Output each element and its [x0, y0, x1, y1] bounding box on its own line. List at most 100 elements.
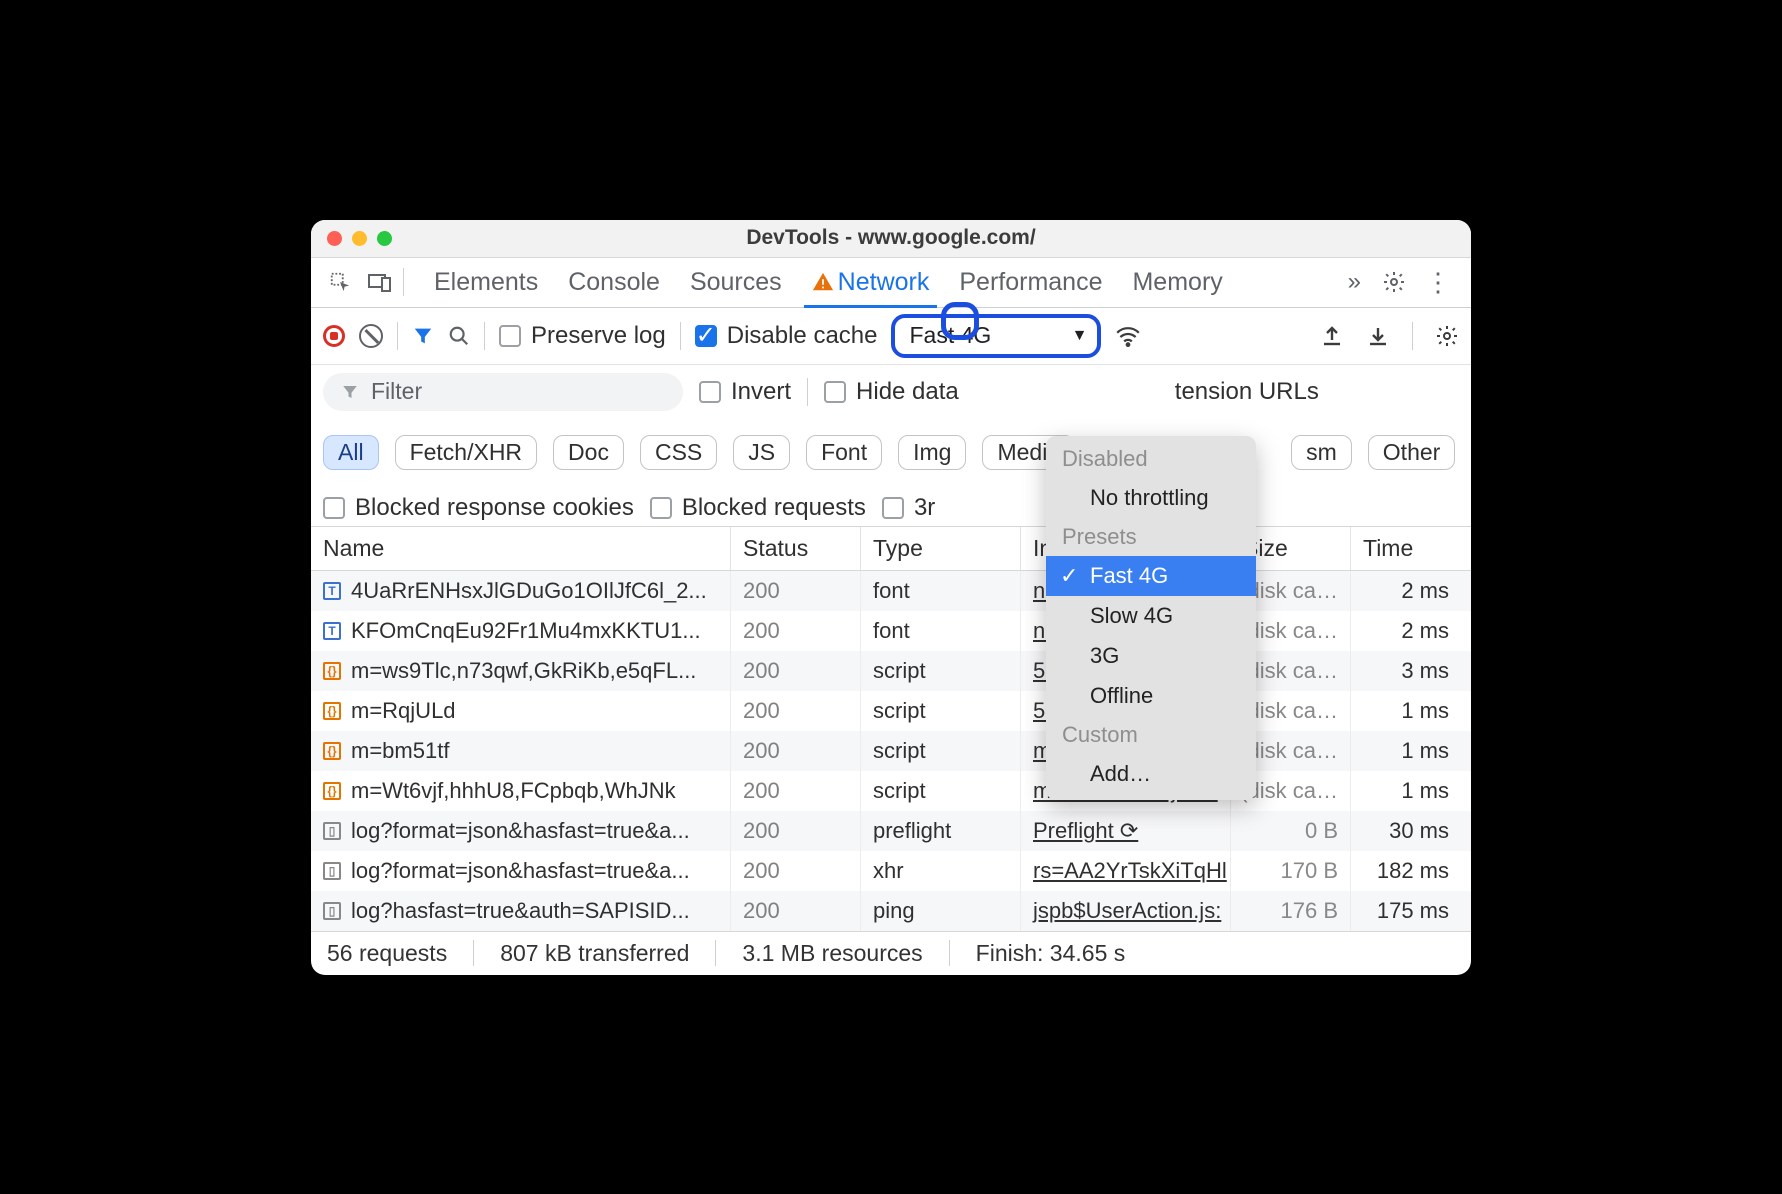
col-time[interactable]: Time — [1351, 527, 1461, 570]
tab-memory[interactable]: Memory — [1132, 257, 1222, 307]
minimize-window-button[interactable] — [352, 231, 367, 246]
blocked-cookies-checkbox[interactable] — [323, 497, 345, 519]
hide-data-checkbox[interactable] — [824, 381, 846, 403]
blocked-cookies-option[interactable]: Blocked response cookies — [323, 494, 634, 522]
cell-time: 2 ms — [1351, 611, 1461, 651]
hide-data-urls-option[interactable]: Hide data — [824, 378, 959, 406]
file-type-icon: T — [323, 582, 341, 600]
cell-name: {}m=Wt6vjf,hhhU8,FCpbqb,WhJNk — [311, 771, 731, 811]
invert-checkbox[interactable] — [699, 381, 721, 403]
col-type[interactable]: Type — [861, 527, 1021, 570]
cell-type: script — [861, 731, 1021, 771]
zoom-window-button[interactable] — [377, 231, 392, 246]
table-row[interactable]: {}m=ws9Tlc,n73qwf,GkRiKb,e5qFL...200scri… — [311, 651, 1471, 691]
record-button[interactable] — [323, 325, 345, 347]
settings-icon[interactable] — [1377, 265, 1411, 299]
type-pill-other[interactable]: Other — [1368, 435, 1456, 470]
cell-status: 200 — [731, 731, 861, 771]
type-pill-wasm-partial[interactable]: sm — [1291, 435, 1352, 470]
table-row[interactable]: {}m=bm51tf200scriptmoduleloader.js:58(di… — [311, 731, 1471, 771]
tab-performance[interactable]: Performance — [959, 257, 1102, 307]
more-menu-icon[interactable]: ⋮ — [1417, 267, 1459, 298]
network-table: Name Status Type Initiator Size Time T4U… — [311, 526, 1471, 931]
file-type-icon: {} — [323, 782, 341, 800]
network-settings-icon[interactable] — [1435, 324, 1459, 348]
main-tabstrip: Elements Console Sources Network Perform… — [311, 258, 1471, 308]
type-pill-doc[interactable]: Doc — [553, 435, 624, 470]
table-row[interactable]: ▯log?format=json&hasfast=true&a...200xhr… — [311, 851, 1471, 891]
disable-cache-label: Disable cache — [727, 322, 878, 350]
tab-sources[interactable]: Sources — [690, 257, 782, 307]
disable-cache-checkbox[interactable]: ✓ — [695, 325, 717, 347]
third-party-label-partial: 3r — [914, 494, 935, 522]
dropdown-item-slow-4g[interactable]: Slow 4G — [1046, 596, 1256, 636]
table-row[interactable]: ▯log?format=json&hasfast=true&a...200pre… — [311, 811, 1471, 851]
cell-initiator: jspb$UserAction.js: — [1021, 891, 1231, 931]
file-type-icon: {} — [323, 662, 341, 680]
cell-time: 30 ms — [1351, 811, 1461, 851]
upload-har-icon[interactable] — [1320, 324, 1344, 348]
dropdown-item-add[interactable]: Add… — [1046, 754, 1256, 794]
dropdown-item-3g[interactable]: 3G — [1046, 636, 1256, 676]
inspect-element-icon[interactable] — [323, 265, 357, 299]
dropdown-group-presets: Presets — [1046, 518, 1256, 556]
status-finish: Finish: 34.65 s — [976, 940, 1126, 967]
filter-input[interactable]: Filter — [323, 373, 683, 411]
cell-status: 200 — [731, 811, 861, 851]
status-transferred: 807 kB transferred — [500, 940, 689, 967]
cell-type: font — [861, 611, 1021, 651]
close-window-button[interactable] — [327, 231, 342, 246]
col-status[interactable]: Status — [731, 527, 861, 570]
tab-network[interactable]: Network — [812, 257, 930, 307]
cell-name: {}m=bm51tf — [311, 731, 731, 771]
preserve-log-checkbox[interactable] — [499, 325, 521, 347]
table-header: Name Status Type Initiator Size Time — [311, 527, 1471, 571]
type-pill-js[interactable]: JS — [733, 435, 790, 470]
table-row[interactable]: {}m=Wt6vjf,hhhU8,FCpbqb,WhJNk200scriptmo… — [311, 771, 1471, 811]
devtools-window: DevTools - www.google.com/ Elements Cons… — [311, 220, 1471, 975]
cell-name: {}m=RqjULd — [311, 691, 731, 731]
third-party-checkbox[interactable] — [882, 497, 904, 519]
network-conditions-icon[interactable] — [1115, 323, 1141, 349]
tab-elements[interactable]: Elements — [434, 257, 538, 307]
throttling-select[interactable]: Fast 4G ▼ — [891, 314, 1101, 358]
type-pill-font[interactable]: Font — [806, 435, 882, 470]
filter-toggle-icon[interactable] — [412, 325, 434, 347]
type-pill-fetch-xhr[interactable]: Fetch/XHR — [395, 435, 537, 470]
separator — [484, 322, 485, 350]
blocked-requests-option[interactable]: Blocked requests — [650, 494, 866, 522]
search-icon[interactable] — [448, 325, 470, 347]
type-pill-css[interactable]: CSS — [640, 435, 717, 470]
file-type-icon: ▯ — [323, 862, 341, 880]
table-row[interactable]: {}m=RqjULd200script58(disk ca…1 ms — [311, 691, 1471, 731]
blocked-requests-label: Blocked requests — [682, 494, 866, 522]
dropdown-item-no-throttling[interactable]: No throttling — [1046, 478, 1256, 518]
tab-console[interactable]: Console — [568, 257, 660, 307]
tab-network-label: Network — [838, 268, 930, 297]
dropdown-item-fast-4g[interactable]: Fast 4G — [1046, 556, 1256, 596]
cell-status: 200 — [731, 771, 861, 811]
col-name[interactable]: Name — [311, 527, 731, 570]
invert-option[interactable]: Invert — [699, 378, 791, 406]
tabs-overflow-button[interactable]: » — [1348, 268, 1361, 296]
blocked-requests-checkbox[interactable] — [650, 497, 672, 519]
preserve-log-option[interactable]: Preserve log — [499, 322, 666, 350]
table-row[interactable]: TKFOmCnqEu92Fr1Mu4mxKKTU1...200fontn3:(d… — [311, 611, 1471, 651]
dropdown-item-offline[interactable]: Offline — [1046, 676, 1256, 716]
cell-size: 176 B — [1231, 891, 1351, 931]
cell-name: ▯log?format=json&hasfast=true&a... — [311, 851, 731, 891]
cell-type: script — [861, 651, 1021, 691]
dropdown-group-custom: Custom — [1046, 716, 1256, 754]
window-title: DevTools - www.google.com/ — [311, 226, 1471, 250]
disable-cache-option[interactable]: ✓ Disable cache — [695, 322, 878, 350]
toggle-device-toolbar-icon[interactable] — [363, 265, 397, 299]
type-pill-img[interactable]: Img — [898, 435, 966, 470]
separator — [403, 268, 404, 296]
third-party-option[interactable]: 3r — [882, 494, 935, 522]
table-row[interactable]: T4UaRrENHsxJlGDuGo1OIlJfC6l_2...200fontn… — [311, 571, 1471, 611]
download-har-icon[interactable] — [1366, 324, 1390, 348]
cell-name: ▯log?format=json&hasfast=true&a... — [311, 811, 731, 851]
type-pill-all[interactable]: All — [323, 435, 379, 470]
clear-button[interactable] — [359, 324, 383, 348]
table-row[interactable]: ▯log?hasfast=true&auth=SAPISID...200ping… — [311, 891, 1471, 931]
